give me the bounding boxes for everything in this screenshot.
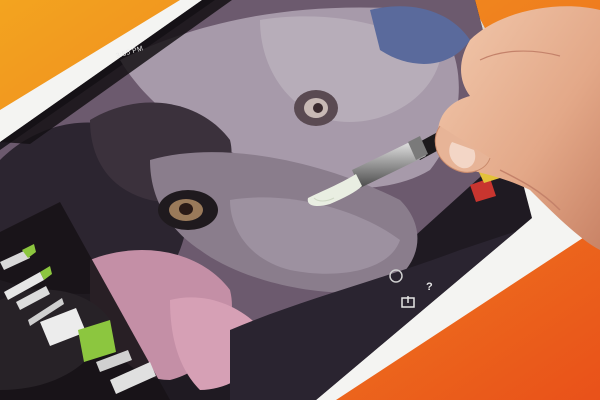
help-icon[interactable]: ? bbox=[426, 281, 433, 293]
photo-scene: ? bbox=[0, 0, 600, 400]
